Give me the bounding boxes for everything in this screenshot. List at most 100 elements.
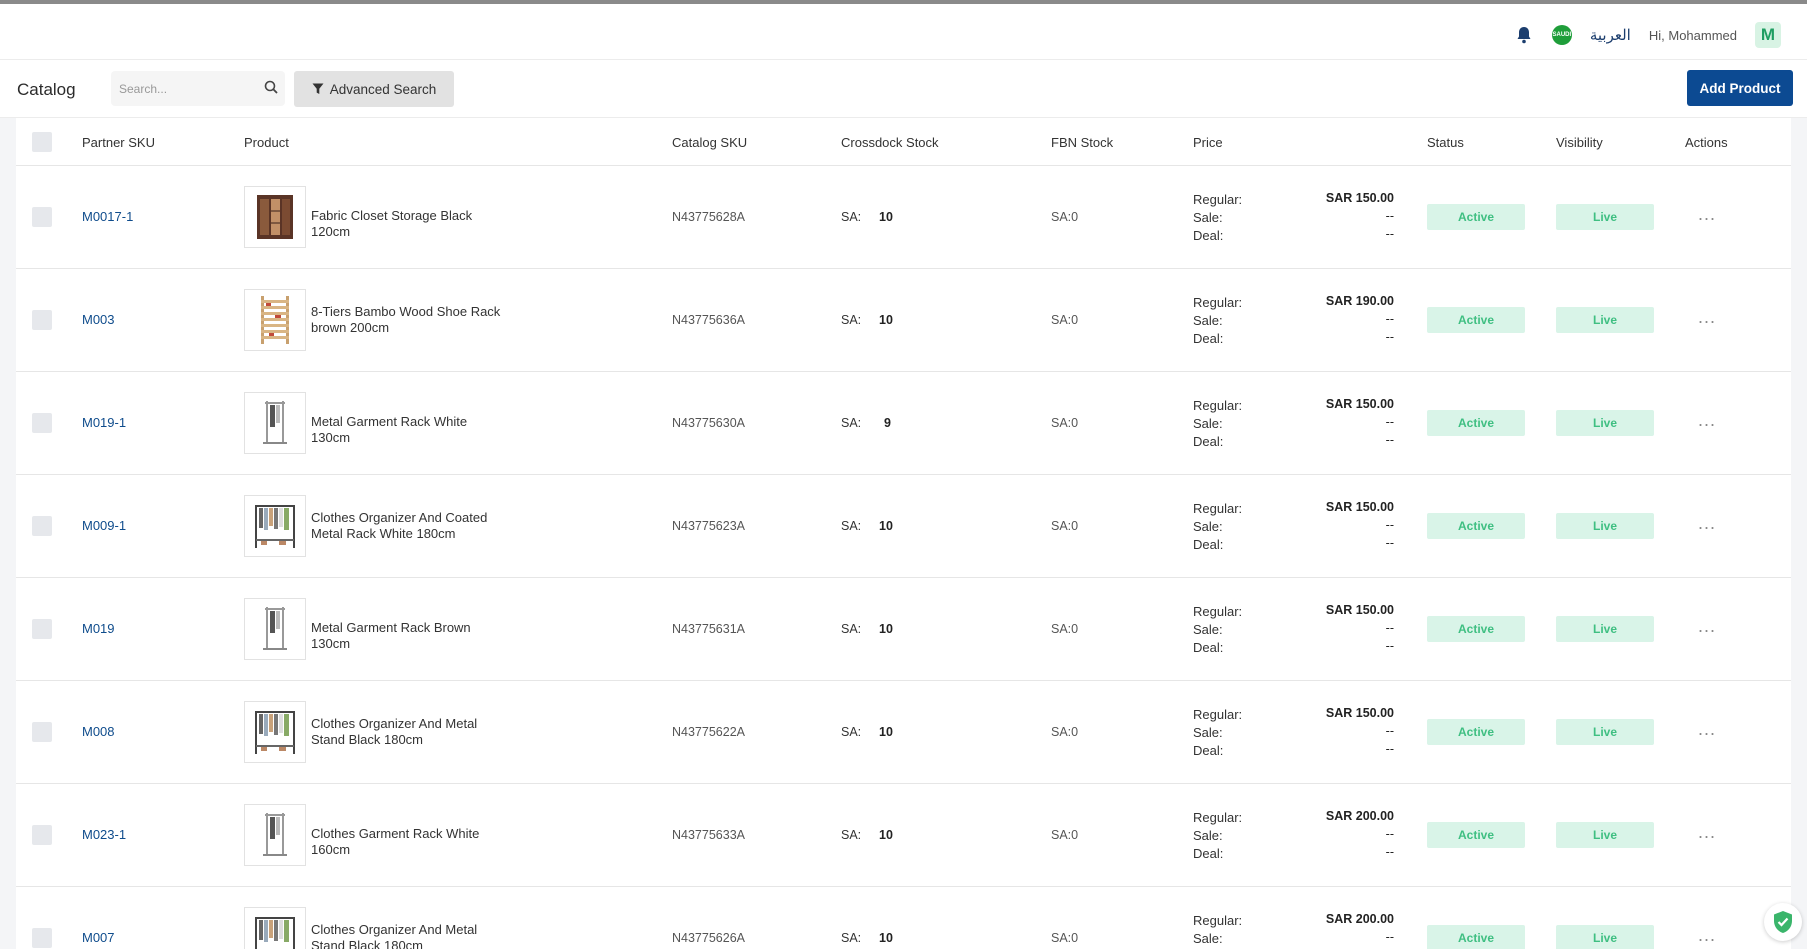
- row-checkbox[interactable]: [32, 207, 52, 227]
- product-thumbnail[interactable]: [244, 495, 306, 557]
- regular-price-label: Regular:: [1193, 913, 1243, 928]
- status-badge: Active: [1427, 307, 1525, 333]
- product-thumbnail[interactable]: [244, 289, 306, 351]
- row-checkbox[interactable]: [32, 928, 52, 948]
- catalog-sku: N43775628A: [672, 210, 745, 224]
- product-name[interactable]: Clothes Garment Rack White 160cm: [311, 826, 501, 858]
- crossdock-region-label: SA:: [841, 210, 862, 224]
- table-row: M008 Clothes Organizer And Metal Stand B…: [16, 681, 1791, 784]
- fbn-stock: SA:0: [1051, 931, 1079, 945]
- partner-sku-link[interactable]: M007: [82, 930, 115, 945]
- column-product[interactable]: Product: [244, 135, 289, 150]
- product-thumbnail[interactable]: [244, 701, 306, 763]
- column-price[interactable]: Price: [1193, 135, 1223, 150]
- column-visibility[interactable]: Visibility: [1556, 135, 1603, 150]
- product-name[interactable]: 8-Tiers Bambo Wood Shoe Rack brown 200cm: [311, 304, 501, 336]
- product-thumbnail[interactable]: [244, 392, 306, 454]
- row-checkbox[interactable]: [32, 413, 52, 433]
- product-name[interactable]: Clothes Organizer And Metal Stand Black …: [311, 716, 501, 748]
- product-name[interactable]: Clothes Organizer And Metal Stand Black …: [311, 922, 501, 949]
- regular-price-label: Regular:: [1193, 295, 1243, 310]
- sale-price-label: Sale:: [1193, 725, 1223, 740]
- column-fbn-stock[interactable]: FBN Stock: [1051, 135, 1113, 150]
- row-actions-menu-icon[interactable]: ...: [1698, 617, 1716, 635]
- partner-sku-link[interactable]: M008: [82, 724, 115, 739]
- status-badge: Active: [1427, 822, 1525, 848]
- deal-price-label: Deal:: [1193, 537, 1224, 552]
- table-row: M003 8-Tiers Bambo Wood Shoe Rack brown …: [16, 269, 1791, 372]
- avatar[interactable]: M: [1755, 22, 1781, 48]
- column-crossdock-stock[interactable]: Crossdock Stock: [841, 135, 939, 150]
- column-partner-sku[interactable]: Partner SKU: [82, 135, 155, 150]
- visibility-badge: Live: [1556, 616, 1654, 642]
- table-row: M009-1 Clothes Organizer And Coated Meta…: [16, 475, 1791, 578]
- product-thumbnail[interactable]: [244, 907, 306, 949]
- product-name[interactable]: Clothes Organizer And Coated Metal Rack …: [311, 510, 501, 542]
- crossdock-stock-value: 10: [879, 931, 893, 945]
- crossdock-stock-value: 9: [884, 416, 891, 430]
- visibility-badge: Live: [1556, 925, 1654, 949]
- regular-price-label: Regular:: [1193, 707, 1243, 722]
- crossdock-region-label: SA:: [841, 313, 862, 327]
- regular-price-value: SAR 150.00: [1325, 397, 1394, 411]
- sale-price-value: --: [1385, 827, 1394, 841]
- regular-price-label: Regular:: [1193, 192, 1243, 207]
- partner-sku-link[interactable]: M009-1: [82, 518, 126, 533]
- sale-price-value: --: [1385, 312, 1394, 326]
- row-actions-menu-icon[interactable]: ...: [1698, 720, 1716, 738]
- sale-price-label: Sale:: [1193, 828, 1223, 843]
- sale-price-value: --: [1385, 209, 1394, 223]
- status-badge: Active: [1427, 410, 1525, 436]
- search-input[interactable]: [111, 71, 285, 106]
- product-name[interactable]: Fabric Closet Storage Black 120cm: [311, 208, 501, 240]
- partner-sku-link[interactable]: M019: [82, 621, 115, 636]
- column-catalog-sku[interactable]: Catalog SKU: [672, 135, 747, 150]
- partner-sku-link[interactable]: M023-1: [82, 827, 126, 842]
- deal-price-label: Deal:: [1193, 434, 1224, 449]
- product-name[interactable]: Metal Garment Rack Brown 130cm: [311, 620, 501, 652]
- row-checkbox[interactable]: [32, 516, 52, 536]
- saudi-flag-icon[interactable]: SAUDI: [1551, 25, 1572, 45]
- sale-price-label: Sale:: [1193, 519, 1223, 534]
- row-actions-menu-icon[interactable]: ...: [1698, 205, 1716, 223]
- crossdock-stock-value: 10: [879, 313, 893, 327]
- row-actions-menu-icon[interactable]: ...: [1698, 308, 1716, 326]
- add-product-button[interactable]: Add Product: [1687, 70, 1793, 106]
- row-actions-menu-icon[interactable]: ...: [1698, 514, 1716, 532]
- user-greeting: Hi, Mohammed: [1648, 27, 1737, 43]
- shield-icon: [1774, 911, 1792, 933]
- status-badge: Active: [1427, 719, 1525, 745]
- crossdock-region-label: SA:: [841, 519, 862, 533]
- fbn-stock: SA:0: [1051, 210, 1079, 224]
- visibility-badge: Live: [1556, 204, 1654, 230]
- visibility-badge: Live: [1556, 410, 1654, 436]
- regular-price-value: SAR 150.00: [1325, 500, 1394, 514]
- product-thumbnail[interactable]: [244, 804, 306, 866]
- select-all-checkbox[interactable]: [32, 132, 52, 152]
- row-actions-menu-icon[interactable]: ...: [1698, 926, 1716, 944]
- deal-price-label: Deal:: [1193, 331, 1224, 346]
- row-checkbox[interactable]: [32, 722, 52, 742]
- security-badge[interactable]: [1764, 903, 1802, 941]
- crossdock-stock-value: 10: [879, 725, 893, 739]
- top-bar-actions: SAUDI العربية Hi, Mohammed M: [1514, 22, 1781, 48]
- partner-sku-link[interactable]: M0017-1: [82, 209, 133, 224]
- bell-icon[interactable]: [1514, 25, 1534, 45]
- advanced-search-button[interactable]: Advanced Search: [294, 71, 454, 107]
- column-status[interactable]: Status: [1427, 135, 1464, 150]
- regular-price-value: SAR 190.00: [1325, 294, 1394, 308]
- status-badge: Active: [1427, 616, 1525, 642]
- row-checkbox[interactable]: [32, 825, 52, 845]
- partner-sku-link[interactable]: M003: [82, 312, 115, 327]
- search-icon[interactable]: [264, 80, 278, 99]
- product-thumbnail[interactable]: [244, 598, 306, 660]
- row-checkbox[interactable]: [32, 619, 52, 639]
- language-switch[interactable]: العربية: [1590, 26, 1631, 44]
- row-actions-menu-icon[interactable]: ...: [1698, 411, 1716, 429]
- product-thumbnail[interactable]: [244, 186, 306, 248]
- row-checkbox[interactable]: [32, 310, 52, 330]
- product-name[interactable]: Metal Garment Rack White 130cm: [311, 414, 501, 446]
- row-actions-menu-icon[interactable]: ...: [1698, 823, 1716, 841]
- partner-sku-link[interactable]: M019-1: [82, 415, 126, 430]
- catalog-table: Partner SKU Product Catalog SKU Crossdoc…: [16, 118, 1791, 949]
